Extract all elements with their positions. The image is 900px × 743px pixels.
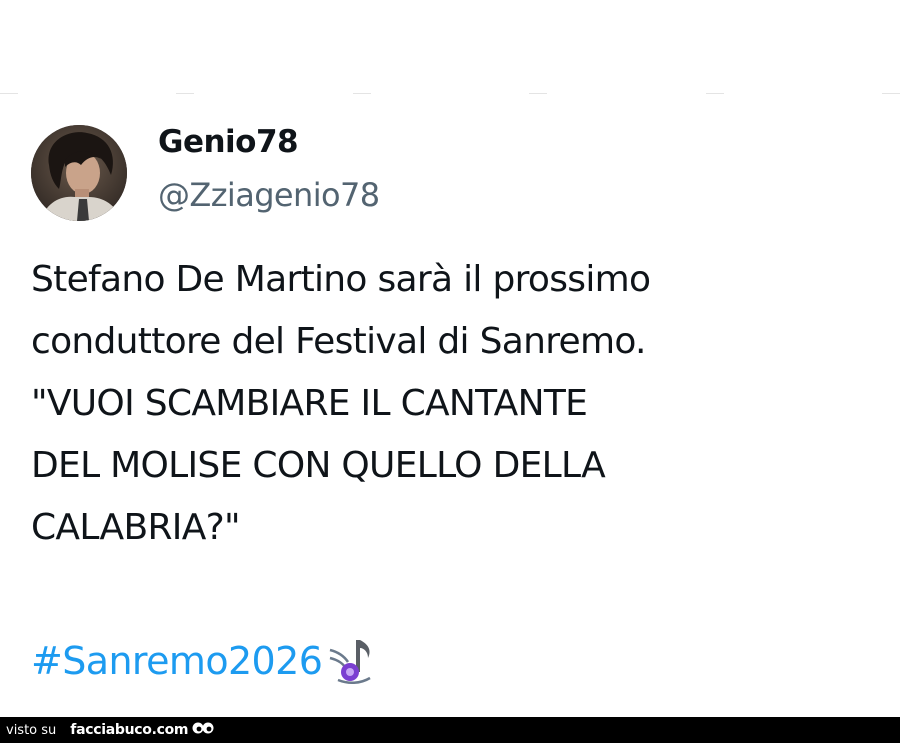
display-name[interactable]: Genio78 (158, 124, 299, 160)
profile-photo (31, 125, 127, 221)
eyes-logo-icon (192, 722, 214, 734)
hashtag-row: #Sanremo2026 (31, 632, 374, 690)
hashtag-link[interactable]: #Sanremo2026 (31, 639, 323, 683)
footer-site-link[interactable]: facciabuco.com (70, 722, 188, 738)
top-divider (0, 93, 900, 94)
footer-bar: visto su facciabuco.com (0, 717, 900, 743)
music-notes-icon (329, 640, 371, 684)
tweet-text: Stefano De Martino sarà il prossimo cond… (31, 259, 651, 548)
user-handle[interactable]: @Zziagenio78 (158, 176, 380, 214)
avatar[interactable] (31, 125, 127, 221)
footer-prefix: visto su (6, 722, 57, 738)
